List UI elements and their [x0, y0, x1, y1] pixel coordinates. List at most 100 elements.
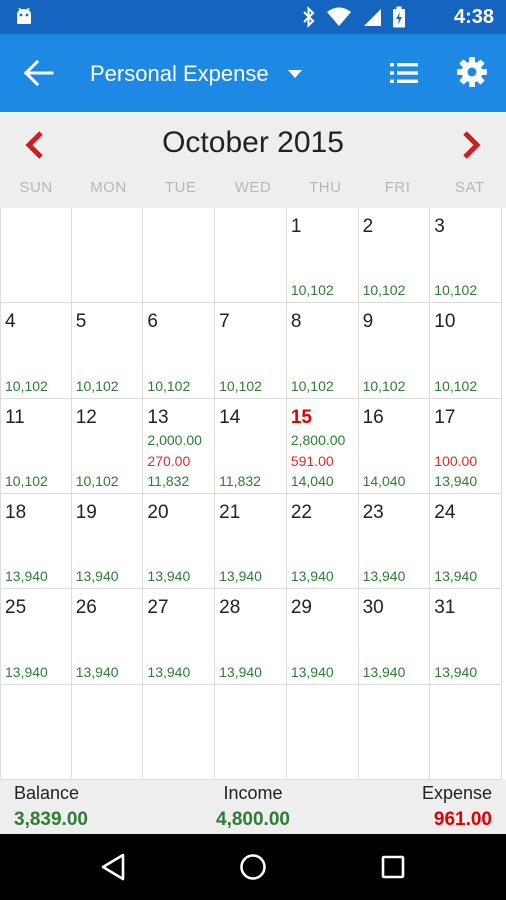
day-number: 2	[362, 216, 374, 237]
calendar-day-cell[interactable]: 1 10,102	[286, 208, 359, 304]
account-title[interactable]: Personal Expense	[90, 61, 269, 87]
nav-recent-icon[interactable]	[381, 855, 405, 879]
weekday-label: MON	[90, 179, 127, 196]
day-number: 18	[5, 502, 27, 523]
calendar-day-cell[interactable]: 13 2,000.00 270.00 11,832	[143, 398, 216, 494]
day-expense: 591.00	[290, 452, 334, 469]
status-bar: 4:38	[0, 0, 506, 34]
calendar-day-cell[interactable]: 21 13,940	[215, 494, 287, 590]
calendar-day-cell[interactable]: 28 13,940	[215, 589, 287, 685]
app-bar: Personal Expense	[0, 34, 506, 112]
calendar-day-cell[interactable]: 9 10,102	[358, 303, 431, 399]
dropdown-arrow-icon[interactable]	[286, 69, 304, 79]
day-balance: 10,102	[147, 377, 191, 394]
calendar-day-cell[interactable]: 5 10,102	[71, 303, 144, 399]
calendar-day-cell[interactable]: 10 10,102	[430, 303, 502, 399]
gear-icon[interactable]	[456, 56, 488, 88]
calendar-day-cell[interactable]: 25 13,940	[0, 589, 72, 685]
day-number: 3	[434, 216, 445, 237]
day-number: 17	[434, 406, 456, 428]
calendar-day-cell[interactable]: 11 10,102	[0, 398, 72, 494]
day-number: 1	[290, 216, 302, 237]
calendar-empty-cell	[71, 208, 144, 304]
calendar-empty-cell	[143, 208, 216, 304]
calendar-day-cell[interactable]: 15 2,800.00 591.00 14,040	[286, 398, 359, 494]
calendar-day-cell[interactable]: 7 10,102	[215, 303, 287, 399]
calendar-day-cell[interactable]: 16 14,040	[358, 398, 431, 494]
chevron-right-icon[interactable]	[458, 130, 484, 160]
calendar-empty-cell	[0, 208, 72, 304]
calendar-day-cell[interactable]: 31 13,940	[430, 589, 502, 685]
system-nav-bar	[0, 834, 506, 900]
day-expense: 100.00	[434, 452, 478, 469]
calendar-day-cell[interactable]: 2 10,102	[358, 208, 431, 304]
day-balance: 10,102	[75, 473, 119, 489]
calendar-day-cell[interactable]: 3 10,102	[430, 208, 502, 304]
day-number: 19	[75, 502, 97, 523]
calendar-day-cell[interactable]: 24 13,940	[430, 494, 502, 590]
calendar-day-cell[interactable]: 8 10,102	[286, 303, 359, 399]
calendar-day-cell[interactable]: 23 13,940	[358, 494, 431, 590]
day-balance: 13,940	[5, 663, 48, 680]
calendar-empty-cell	[358, 684, 431, 780]
back-arrow-icon[interactable]	[24, 60, 54, 86]
day-balance: 14,040	[362, 473, 406, 489]
calendar-day-cell[interactable]: 19 13,940	[71, 494, 144, 590]
expense-value: 961.00	[433, 809, 492, 830]
day-balance: 11,832	[219, 473, 261, 489]
day-balance: 13,940	[219, 568, 262, 585]
weekday-label: SAT	[455, 179, 485, 196]
calendar-day-cell[interactable]: 18 13,940	[0, 494, 72, 590]
day-number: 26	[75, 597, 97, 619]
day-number: 21	[219, 502, 241, 523]
weekday-header: SUN MON TUE WED THU FRI SAT	[0, 179, 506, 203]
day-balance: 13,940	[434, 663, 478, 680]
calendar-day-cell[interactable]: 4 10,102	[0, 303, 72, 399]
list-icon[interactable]	[389, 60, 419, 86]
day-balance: 13,940	[362, 663, 406, 680]
day-balance: 13,940	[75, 663, 119, 680]
day-balance: 10,102	[362, 282, 406, 299]
calendar-day-cell[interactable]: 22 13,940	[286, 494, 359, 590]
bluetooth-icon	[303, 6, 315, 28]
day-number: 27	[147, 597, 169, 619]
calendar-empty-cell	[215, 208, 287, 304]
day-balance: 13,940	[434, 568, 478, 585]
day-number: 20	[147, 502, 169, 523]
calendar-day-cell[interactable]: 17 100.00 13,940	[430, 398, 502, 494]
day-number: 7	[219, 311, 230, 333]
calendar-grid: 1 10,102 2 10,102 3 10,102 4 10,102 5 10,102 6 10,1…	[0, 208, 502, 780]
day-expense: 270.00	[147, 452, 191, 469]
nav-home-icon[interactable]	[239, 853, 267, 881]
day-balance: 10,102	[5, 473, 48, 489]
day-balance: 10,102	[290, 377, 334, 394]
day-balance: 10,102	[75, 377, 119, 394]
day-number: 12	[75, 406, 97, 428]
calendar-day-cell[interactable]: 6 10,102	[143, 303, 216, 399]
day-number: 16	[362, 406, 384, 428]
summary-bar: Balance 3,839.00 Income 4,800.00 Expense…	[0, 780, 506, 834]
day-income: 2,800.00	[290, 431, 346, 448]
calendar-day-cell[interactable]: 14 11,832	[215, 398, 287, 494]
day-number: 4	[5, 311, 16, 333]
calendar-empty-cell	[71, 684, 144, 780]
day-balance: 13,940	[147, 568, 191, 585]
day-balance: 13,940	[75, 568, 119, 585]
day-balance: 13,940	[5, 568, 48, 585]
calendar-day-cell[interactable]: 12 10,102	[71, 398, 144, 494]
nav-back-icon[interactable]	[100, 853, 126, 881]
day-balance: 13,940	[290, 568, 334, 585]
month-header: October 2015 SUN MON TUE WED THU FRI SAT	[0, 112, 506, 208]
calendar-day-cell[interactable]: 30 13,940	[358, 589, 431, 685]
signal-icon	[364, 9, 381, 26]
calendar-day-cell[interactable]: 20 13,940	[143, 494, 216, 590]
day-number: 23	[362, 502, 384, 523]
day-number: 30	[362, 597, 384, 619]
calendar-day-cell[interactable]: 27 13,940	[143, 589, 216, 685]
android-icon	[17, 7, 31, 24]
calendar-day-cell[interactable]: 26 13,940	[71, 589, 144, 685]
system-status-icons	[302, 6, 406, 28]
day-number: 5	[75, 311, 87, 333]
calendar-empty-cell	[143, 684, 216, 780]
calendar-day-cell[interactable]: 29 13,940	[286, 589, 359, 685]
